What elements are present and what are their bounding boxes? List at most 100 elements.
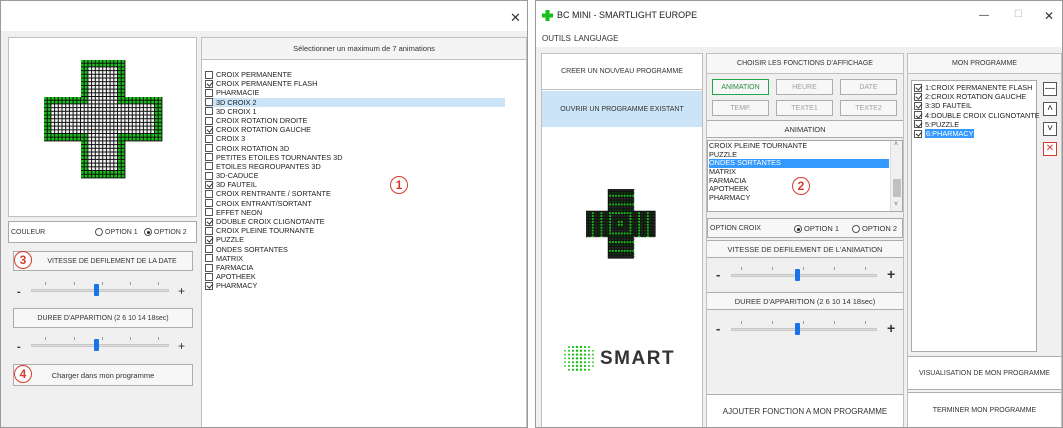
croix-option-1[interactable]: OPTION 1 bbox=[792, 224, 839, 234]
speed-minus-icon[interactable]: - bbox=[17, 286, 21, 298]
programme-item[interactable]: 2:CROIX ROTATION GAUCHE bbox=[914, 92, 1036, 101]
animation-item[interactable]: PUZZLE bbox=[205, 235, 505, 244]
checkbox[interactable] bbox=[205, 116, 213, 125]
animation-item[interactable]: CROIX PERMANENTE bbox=[205, 70, 505, 79]
maximize-icon[interactable]: ☐ bbox=[1014, 9, 1023, 20]
checkbox[interactable] bbox=[914, 92, 922, 101]
checkbox[interactable] bbox=[205, 180, 213, 189]
func-animation-button[interactable]: ANIMATION bbox=[712, 79, 769, 95]
load-into-programme-button[interactable]: Charger dans mon programme bbox=[13, 364, 193, 386]
checkbox[interactable] bbox=[205, 125, 213, 134]
animation-item[interactable]: 3D FAUTEIL bbox=[205, 180, 505, 189]
scroll-up-icon[interactable]: ˄ bbox=[894, 141, 898, 148]
option2-radio[interactable] bbox=[144, 228, 152, 236]
anim-speed-minus-icon[interactable]: - bbox=[716, 267, 720, 282]
checkbox[interactable] bbox=[205, 171, 213, 180]
anim-duration-slider-track[interactable] bbox=[731, 328, 877, 331]
croix-option1-radio[interactable] bbox=[794, 225, 802, 234]
croix-option2-radio[interactable] bbox=[852, 225, 860, 234]
animation-item[interactable]: ONDES SORTANTES bbox=[205, 245, 505, 254]
scroll-down-icon[interactable]: ˅ bbox=[894, 201, 898, 208]
duration-slider-thumb[interactable] bbox=[93, 339, 99, 351]
checkbox[interactable] bbox=[205, 98, 213, 107]
animation-item[interactable]: APOTHEEK bbox=[205, 272, 505, 281]
programme-item[interactable]: 1:CROIX PERMANENTE FLASH bbox=[914, 83, 1036, 92]
listbox-scrollbar[interactable]: ˄ ˅ bbox=[890, 141, 902, 211]
func-texte2-button[interactable]: TEXTE2 bbox=[840, 100, 897, 116]
func-date-button[interactable]: DATE bbox=[840, 79, 897, 95]
visualisation-button[interactable]: VISUALISATION DE MON PROGRAMME bbox=[908, 356, 1061, 390]
checkbox[interactable] bbox=[205, 79, 213, 88]
checkbox[interactable] bbox=[914, 101, 922, 110]
func-temp-button[interactable]: TEMP. bbox=[712, 100, 769, 116]
checkbox[interactable] bbox=[205, 245, 213, 254]
anim-speed-slider-track[interactable] bbox=[731, 274, 877, 277]
animation-item[interactable]: PHARMACIE bbox=[205, 88, 505, 97]
animation-item[interactable]: EFFET NEON bbox=[205, 208, 505, 217]
checkbox[interactable] bbox=[914, 111, 922, 120]
animation-list-item[interactable]: PHARMACY bbox=[709, 193, 889, 203]
close-icon[interactable]: ✕ bbox=[510, 10, 521, 26]
checkbox[interactable] bbox=[205, 281, 213, 290]
checkbox[interactable] bbox=[205, 199, 213, 208]
duration-plus-icon[interactable]: + bbox=[178, 339, 185, 353]
animation-item[interactable]: PHARMACY bbox=[205, 281, 505, 290]
minimize-icon[interactable]: — bbox=[979, 10, 989, 21]
animation-item[interactable]: CROIX 3 bbox=[205, 134, 505, 143]
animation-item[interactable]: CROIX ENTRANT/SORTANT bbox=[205, 199, 505, 208]
animation-item[interactable]: 3D CROIX 2 bbox=[205, 97, 505, 107]
programme-item[interactable]: 6:PHARMACY bbox=[914, 128, 1036, 139]
checkbox[interactable] bbox=[205, 254, 213, 263]
anim-speed-plus-icon[interactable]: + bbox=[887, 266, 895, 282]
checkbox[interactable] bbox=[205, 162, 213, 171]
checkbox[interactable] bbox=[205, 153, 213, 162]
animation-item[interactable]: CROIX PERMANENTE FLASH bbox=[205, 79, 505, 88]
checkbox[interactable] bbox=[205, 217, 213, 226]
animation-item[interactable]: CROIX ROTATION 3D bbox=[205, 144, 505, 153]
animation-item[interactable]: 3D-CADUCE bbox=[205, 171, 505, 180]
duration-slider-track[interactable] bbox=[31, 344, 169, 347]
croix-option-2[interactable]: OPTION 2 bbox=[850, 224, 897, 234]
animation-listbox[interactable]: CROIX PLEINE TOURNANTE PUZZLE ONDES SORTAN… bbox=[707, 140, 903, 212]
checkbox[interactable] bbox=[205, 226, 213, 235]
menu-item-outils[interactable]: OUTILS bbox=[542, 34, 571, 43]
func-heure-button[interactable]: HEURE bbox=[776, 79, 833, 95]
animation-item[interactable]: MATRIX bbox=[205, 254, 505, 263]
checkbox[interactable] bbox=[205, 235, 213, 244]
speed-plus-icon[interactable]: + bbox=[178, 284, 185, 298]
checkbox[interactable] bbox=[205, 107, 213, 116]
checkbox[interactable] bbox=[205, 272, 213, 281]
animation-item[interactable]: PETITES ETOILES TOURNANTES 3D bbox=[205, 153, 505, 162]
color-option-2[interactable]: OPTION 2 bbox=[142, 228, 187, 236]
option1-radio[interactable] bbox=[95, 228, 103, 236]
animation-item[interactable]: CROIX ROTATION DROITE bbox=[205, 116, 505, 125]
terminer-button[interactable]: TERMINER MON PROGRAMME bbox=[908, 392, 1061, 427]
checkbox[interactable] bbox=[205, 144, 213, 153]
move-down-button[interactable]: ˅ bbox=[1043, 122, 1057, 136]
animation-item[interactable]: CROIX RENTRANTE / SORTANTE bbox=[205, 189, 505, 198]
animation-item[interactable]: 3D CROIX 1 bbox=[205, 107, 505, 116]
checkbox[interactable] bbox=[205, 134, 213, 143]
programme-item[interactable]: 5:PUZZLE bbox=[914, 120, 1036, 129]
checkbox[interactable] bbox=[914, 83, 922, 92]
animation-item[interactable]: ETOILES REGROUPANTES 3D bbox=[205, 162, 505, 171]
checkbox[interactable] bbox=[205, 208, 213, 217]
speed-slider-track[interactable] bbox=[31, 289, 169, 292]
animation-item[interactable]: CROIX PLEINE TOURNANTE bbox=[205, 226, 505, 235]
add-function-button[interactable]: AJOUTER FONCTION A MON PROGRAMME bbox=[707, 394, 903, 427]
checkbox[interactable] bbox=[205, 70, 213, 79]
programme-item[interactable]: 4:DOUBLE CROIX CLIGNOTANTE bbox=[914, 111, 1040, 120]
remove-item-button[interactable]: — bbox=[1043, 82, 1057, 96]
create-programme-button[interactable]: CREER UN NOUVEAU PROGRAMME bbox=[542, 54, 702, 90]
anim-duration-minus-icon[interactable]: - bbox=[716, 321, 720, 336]
move-up-button[interactable]: ˄ bbox=[1043, 102, 1057, 116]
checkbox[interactable] bbox=[205, 263, 213, 272]
animation-item[interactable]: CROIX ROTATION GAUCHE bbox=[205, 125, 505, 134]
close-icon[interactable]: ✕ bbox=[1044, 9, 1054, 23]
programme-item[interactable]: 3:3D FAUTEIL bbox=[914, 101, 1036, 110]
speed-slider-thumb[interactable] bbox=[93, 284, 99, 296]
open-programme-button[interactable]: OUVRIR UN PROGRAMME EXISTANT bbox=[542, 91, 702, 127]
duration-minus-icon[interactable]: - bbox=[17, 341, 21, 353]
checkbox[interactable] bbox=[205, 190, 213, 199]
animation-list-item[interactable]: ONDES SORTANTES bbox=[709, 159, 889, 169]
